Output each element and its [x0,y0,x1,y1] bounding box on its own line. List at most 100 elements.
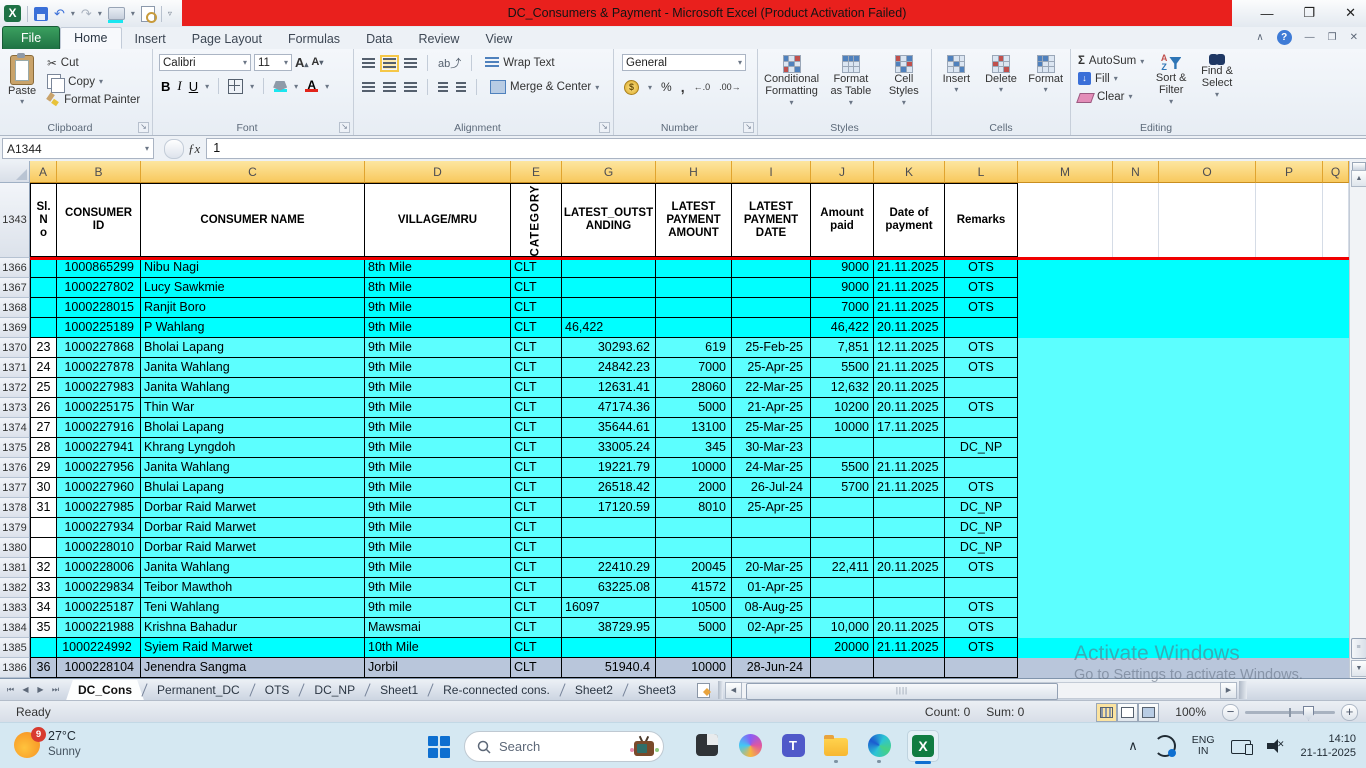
cell-paid-1378[interactable] [811,498,874,518]
cell-pdate-1381[interactable]: 20-Mar-25 [732,558,811,578]
column-header-A[interactable]: A [30,161,57,183]
cell-out-1380[interactable] [562,538,656,558]
cell-pamt-1380[interactable] [656,538,732,558]
cell-pdate-1374[interactable]: 25-Mar-25 [732,418,811,438]
zoom-thumb[interactable] [1303,706,1314,721]
filled-region-1369[interactable] [1018,318,1349,338]
comma-style-icon[interactable]: , [681,79,685,95]
weather-widget[interactable]: 9 27°CSunny [14,729,81,760]
scroll-left-icon[interactable]: ◀ [725,682,742,699]
cell-out-1371[interactable]: 24842.23 [562,358,656,378]
cell-out-1375[interactable]: 33005.24 [562,438,656,458]
cell-out-1372[interactable]: 12631.41 [562,378,656,398]
font-color-dropdown-icon[interactable]: ▾ [325,82,329,91]
cell-cat-1366[interactable]: CLT [511,258,562,278]
cell-paid-1383[interactable] [811,598,874,618]
row-header-1367[interactable]: 1367 [0,278,30,298]
fill-button[interactable]: ↓Fill▾ [1075,71,1147,86]
cell-sl-1372[interactable]: 25 [30,378,57,398]
cell-pdate2-1378[interactable] [874,498,945,518]
cell-paid-1369[interactable]: 46,422 [811,318,874,338]
row-header-1385[interactable]: 1385 [0,638,30,658]
undo-dropdown-icon[interactable]: ▾ [71,9,75,18]
cell-sl-1374[interactable]: 27 [30,418,57,438]
autosum-button[interactable]: ΣAutoSum▾ [1075,54,1147,68]
find-select-button[interactable]: Find & Select▾ [1195,52,1239,110]
cell-sl-1378[interactable]: 31 [30,498,57,518]
cell-id-1380[interactable]: 1000228010 [57,538,141,558]
sheet-tab-re-connected-cons-[interactable]: Re-connected cons. [431,680,562,701]
font-color-button[interactable]: A [305,80,318,92]
cell-styles-button[interactable]: Cell Styles▾ [879,53,929,111]
cell-id-1367[interactable]: 1000227802 [57,278,141,298]
cell-name-1385[interactable]: Syiem Raid Marwet [141,638,365,658]
cell-id-1384[interactable]: 1000221988 [57,618,141,638]
formula-options-icon[interactable] [164,139,184,159]
cell-village-1374[interactable]: 9th Mile [365,418,511,438]
fill-color-button[interactable] [273,81,287,92]
cell-village-1384[interactable]: Mawsmai [365,618,511,638]
align-center-icon[interactable] [383,82,396,93]
accounting-format-icon[interactable]: $ [624,80,639,95]
cell-paid-1367[interactable]: 9000 [811,278,874,298]
cell-out-1374[interactable]: 35644.61 [562,418,656,438]
cell-pamt-1370[interactable]: 619 [656,338,732,358]
cell-paid-1376[interactable]: 5500 [811,458,874,478]
row-header-1373[interactable]: 1373 [0,398,30,418]
row-header-1383[interactable]: 1383 [0,598,30,618]
cell-id-1375[interactable]: 1000227941 [57,438,141,458]
header-cell-cat[interactable]: CATEGORY [511,183,562,258]
cell-out-1376[interactable]: 19221.79 [562,458,656,478]
row-header-1378[interactable]: 1378 [0,498,30,518]
format-as-table-button[interactable]: Format as Table▾ [823,53,879,111]
increase-decimal-icon[interactable]: ←.0 [694,82,711,92]
cell-rem-1366[interactable]: OTS [945,258,1018,278]
alignment-dialog-launcher-icon[interactable]: ↘ [599,122,610,133]
tab-split-handle[interactable] [1239,681,1247,699]
cell-sl-1385[interactable] [30,638,57,658]
cell-out-1382[interactable]: 63225.08 [562,578,656,598]
format-painter-button[interactable]: Format Painter [44,92,143,107]
cell-name-1374[interactable]: Bholai Lapang [141,418,365,438]
cell-name-1370[interactable]: Bholai Lapang [141,338,365,358]
filled-region-1379[interactable] [1018,518,1349,538]
cell-pdate2-1384[interactable]: 20.11.2025 [874,618,945,638]
cell-pamt-1377[interactable]: 2000 [656,478,732,498]
cell-village-1373[interactable]: 9th Mile [365,398,511,418]
cell-sl-1366[interactable] [30,258,57,278]
borders-dropdown-icon[interactable]: ▾ [250,82,254,91]
cell-paid-1384[interactable]: 10,000 [811,618,874,638]
cell-sl-1376[interactable]: 29 [30,458,57,478]
row-header-1379[interactable]: 1379 [0,518,30,538]
filled-region-1372[interactable] [1018,378,1349,398]
vertical-scroll-thumb[interactable]: ≡ [1351,638,1366,659]
fill-color-dropdown-icon[interactable]: ▾ [131,9,135,18]
cell-pamt-1386[interactable]: 10000 [656,658,732,678]
format-cells-button[interactable]: Format▾ [1023,53,1068,96]
clear-button[interactable]: Clear▾ [1075,89,1147,104]
font-family-select[interactable]: Calibri▾ [159,54,251,71]
select-all-corner[interactable] [0,161,30,183]
cell-cat-1379[interactable]: CLT [511,518,562,538]
cell-id-1371[interactable]: 1000227878 [57,358,141,378]
cell-pdate2-1383[interactable] [874,598,945,618]
header-cell-out[interactable]: LATEST_OUTST ANDING [562,183,656,258]
cell-out-1386[interactable]: 51940.4 [562,658,656,678]
cell-pdate-1379[interactable] [732,518,811,538]
cell-rem-1382[interactable] [945,578,1018,598]
clock[interactable]: 14:1021-11-2025 [1301,732,1356,760]
cell-id-1377[interactable]: 1000227960 [57,478,141,498]
insert-function-icon[interactable]: ƒx [188,141,200,157]
filled-region-1380[interactable] [1018,538,1349,558]
cell-rem-1386[interactable] [945,658,1018,678]
cell-rem-1367[interactable]: OTS [945,278,1018,298]
cell-village-1386[interactable]: Jorbil [365,658,511,678]
cell-name-1377[interactable]: Bhulai Lapang [141,478,365,498]
minimize-icon[interactable]: — [1260,6,1273,21]
align-left-icon[interactable] [362,82,375,93]
cell-pdate2-1373[interactable]: 20.11.2025 [874,398,945,418]
cell-pdate-1384[interactable]: 02-Apr-25 [732,618,811,638]
cell-sl-1384[interactable]: 35 [30,618,57,638]
column-header-J[interactable]: J [811,161,874,183]
column-header-B[interactable]: B [57,161,141,183]
